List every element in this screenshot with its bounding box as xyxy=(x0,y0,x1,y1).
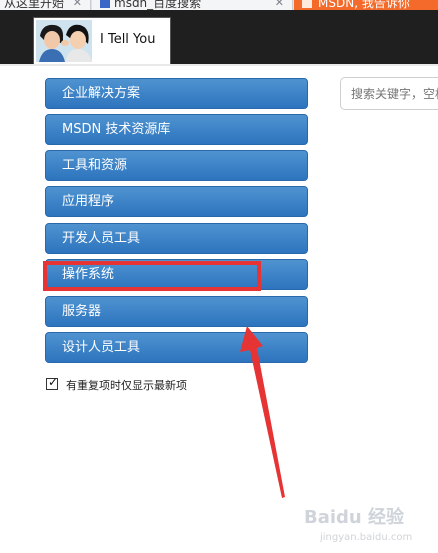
annotation-arrow xyxy=(240,326,285,498)
baidu-watermark: Baidu 经验 xyxy=(304,507,405,528)
baidu-watermark-url: jingyan.baidu.com xyxy=(320,532,413,543)
